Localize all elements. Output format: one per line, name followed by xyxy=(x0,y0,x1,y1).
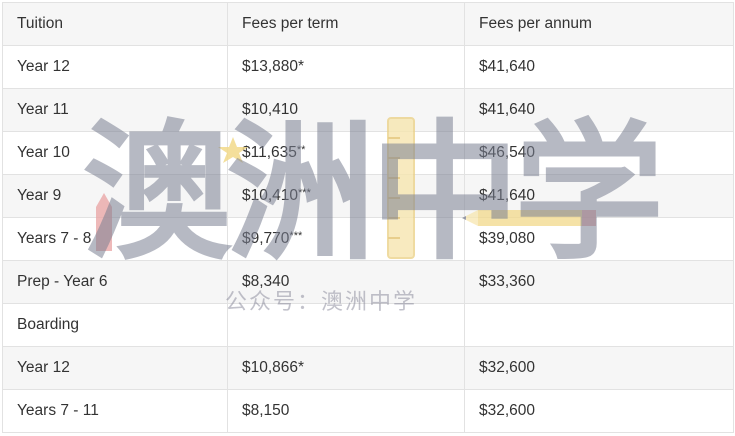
row-term-fee: $10,866* xyxy=(227,346,465,390)
table-row: Years 7 - 8 $9,770*** $39,080 xyxy=(2,217,734,261)
table-row: Year 11 $10,410 $41,640 xyxy=(2,88,734,132)
row-label: Year 9 xyxy=(2,174,228,218)
row-annual-fee: $32,600 xyxy=(464,346,734,390)
row-term-fee: $10,410*** xyxy=(227,174,465,218)
table-section-row: Boarding xyxy=(2,303,734,347)
row-label: Years 7 - 11 xyxy=(2,389,228,433)
table-row: Prep - Year 6 $8,340 $33,360 xyxy=(2,260,734,304)
row-annual-fee: $41,640 xyxy=(464,88,734,132)
row-term-fee: $11,635** xyxy=(227,131,465,175)
tuition-fees-table: Tuition Fees per term Fees per annum Yea… xyxy=(2,2,734,433)
row-annual-fee: $46,540 xyxy=(464,131,734,175)
header-fees-per-annum: Fees per annum xyxy=(464,2,734,46)
row-annual-fee: $39,080 xyxy=(464,217,734,261)
row-label: Year 12 xyxy=(2,45,228,89)
row-annual-fee: $41,640 xyxy=(464,45,734,89)
row-label: Years 7 - 8 xyxy=(2,217,228,261)
table-row: Years 7 - 11 $8,150 $32,600 xyxy=(2,389,734,433)
empty-cell xyxy=(464,303,734,347)
row-term-fee: $8,150 xyxy=(227,389,465,433)
row-annual-fee: $33,360 xyxy=(464,260,734,304)
table-row: Year 12 $13,880* $41,640 xyxy=(2,45,734,89)
header-fees-per-term: Fees per term xyxy=(227,2,465,46)
row-label: Year 11 xyxy=(2,88,228,132)
row-term-fee: $10,410 xyxy=(227,88,465,132)
row-label: Year 10 xyxy=(2,131,228,175)
row-label: Prep - Year 6 xyxy=(2,260,228,304)
section-heading-boarding: Boarding xyxy=(2,303,228,347)
header-tuition: Tuition xyxy=(2,2,228,46)
table-row: Year 12 $10,866* $32,600 xyxy=(2,346,734,390)
row-annual-fee: $41,640 xyxy=(464,174,734,218)
table-header-row: Tuition Fees per term Fees per annum xyxy=(2,2,734,46)
row-term-fee: $13,880* xyxy=(227,45,465,89)
row-label: Year 12 xyxy=(2,346,228,390)
row-term-fee: $9,770*** xyxy=(227,217,465,261)
table-row: Year 10 $11,635** $46,540 xyxy=(2,131,734,175)
row-annual-fee: $32,600 xyxy=(464,389,734,433)
empty-cell xyxy=(227,303,465,347)
table-row: Year 9 $10,410*** $41,640 xyxy=(2,174,734,218)
row-term-fee: $8,340 xyxy=(227,260,465,304)
